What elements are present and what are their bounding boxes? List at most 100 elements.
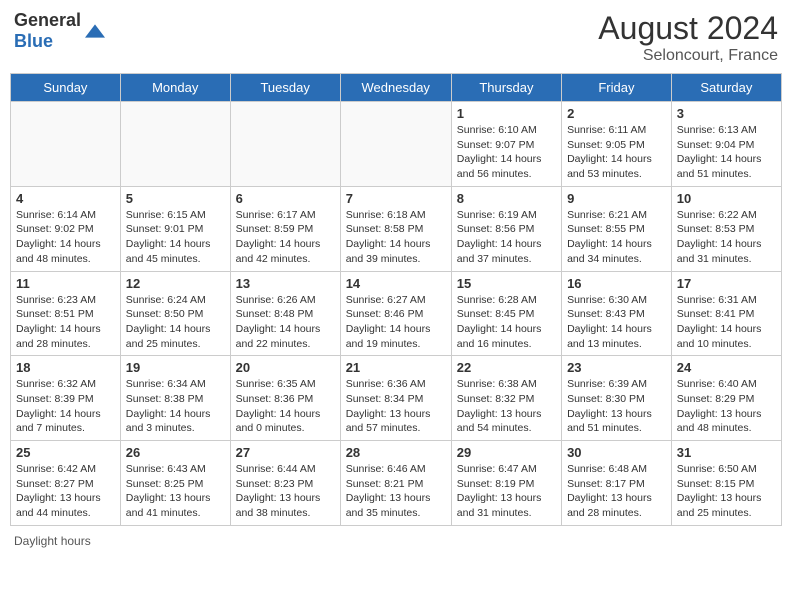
calendar-cell bbox=[120, 102, 230, 187]
calendar-cell bbox=[230, 102, 340, 187]
day-info: Sunrise: 6:36 AM Sunset: 8:34 PM Dayligh… bbox=[346, 377, 446, 436]
day-info: Sunrise: 6:39 AM Sunset: 8:30 PM Dayligh… bbox=[567, 377, 666, 436]
calendar-cell: 22Sunrise: 6:38 AM Sunset: 8:32 PM Dayli… bbox=[451, 356, 561, 441]
calendar-cell: 24Sunrise: 6:40 AM Sunset: 8:29 PM Dayli… bbox=[671, 356, 781, 441]
day-number: 26 bbox=[126, 445, 225, 460]
logo-text: General Blue bbox=[14, 10, 81, 52]
day-number: 22 bbox=[457, 360, 556, 375]
day-number: 25 bbox=[16, 445, 115, 460]
calendar-cell: 21 Sunrise: 6:36 AM Sunset: 8:34 PM Dayli… bbox=[340, 356, 451, 441]
day-info: Sunrise: 6:42 AM Sunset: 8:27 PM Dayligh… bbox=[16, 462, 115, 521]
day-info: Sunrise: 6:46 AM Sunset: 8:21 PM Dayligh… bbox=[346, 462, 446, 521]
day-info: Sunrise: 6:21 AM Sunset: 8:55 PM Dayligh… bbox=[567, 208, 666, 267]
day-info: Sunrise: 6:26 AM Sunset: 8:48 PM Dayligh… bbox=[236, 293, 335, 352]
day-number: 16 bbox=[567, 276, 666, 291]
calendar-cell: 17 Sunrise: 6:31 AM Sunset: 8:41 PM Dayli… bbox=[671, 271, 781, 356]
month-year: August 2024 bbox=[598, 10, 778, 47]
day-number: 3 bbox=[677, 106, 776, 121]
day-number: 23 bbox=[567, 360, 666, 375]
day-number: 14 bbox=[346, 276, 446, 291]
day-number: 21 bbox=[346, 360, 446, 375]
calendar-cell bbox=[11, 102, 121, 187]
calendar-header-monday: Monday bbox=[120, 74, 230, 102]
day-number: 20 bbox=[236, 360, 335, 375]
day-number: 5 bbox=[126, 191, 225, 206]
day-number: 10 bbox=[677, 191, 776, 206]
day-number: 4 bbox=[16, 191, 115, 206]
day-info: Sunrise: 6:14 AM Sunset: 9:02 PM Dayligh… bbox=[16, 208, 115, 267]
daylight-label: Daylight hours bbox=[14, 534, 91, 548]
calendar-cell: 2 Sunrise: 6:11 AM Sunset: 9:05 PM Daylig… bbox=[562, 102, 672, 187]
day-number: 8 bbox=[457, 191, 556, 206]
calendar-cell: 1 Sunrise: 6:10 AM Sunset: 9:07 PM Daylig… bbox=[451, 102, 561, 187]
day-number: 6 bbox=[236, 191, 335, 206]
day-number: 2 bbox=[567, 106, 666, 121]
calendar-cell: 14 Sunrise: 6:27 AM Sunset: 8:46 PM Dayli… bbox=[340, 271, 451, 356]
calendar-cell: 6 Sunrise: 6:17 AM Sunset: 8:59 PM Daylig… bbox=[230, 186, 340, 271]
day-number: 28 bbox=[346, 445, 446, 460]
calendar-cell: 25 Sunrise: 6:42 AM Sunset: 8:27 PM Dayli… bbox=[11, 441, 121, 526]
title-block: August 2024 Seloncourt, France bbox=[598, 10, 778, 65]
day-info: Sunrise: 6:15 AM Sunset: 9:01 PM Dayligh… bbox=[126, 208, 225, 267]
day-number: 13 bbox=[236, 276, 335, 291]
day-info: Sunrise: 6:35 AM Sunset: 8:36 PM Dayligh… bbox=[236, 377, 335, 436]
calendar-header-saturday: Saturday bbox=[671, 74, 781, 102]
day-number: 7 bbox=[346, 191, 446, 206]
calendar-header-row: SundayMondayTuesdayWednesdayThursdayFrid… bbox=[11, 74, 782, 102]
page-header: General Blue August 2024 Seloncourt, Fra… bbox=[10, 10, 782, 65]
calendar-cell: 12 Sunrise: 6:24 AM Sunset: 8:50 PM Dayli… bbox=[120, 271, 230, 356]
day-number: 9 bbox=[567, 191, 666, 206]
day-info: Sunrise: 6:10 AM Sunset: 9:07 PM Dayligh… bbox=[457, 123, 556, 182]
calendar-header-sunday: Sunday bbox=[11, 74, 121, 102]
calendar-cell: 3 Sunrise: 6:13 AM Sunset: 9:04 PM Daylig… bbox=[671, 102, 781, 187]
day-number: 1 bbox=[457, 106, 556, 121]
calendar-week-row: 18Sunrise: 6:32 AM Sunset: 8:39 PM Dayli… bbox=[11, 356, 782, 441]
calendar-cell: 16 Sunrise: 6:30 AM Sunset: 8:43 PM Dayli… bbox=[562, 271, 672, 356]
day-info: Sunrise: 6:23 AM Sunset: 8:51 PM Dayligh… bbox=[16, 293, 115, 352]
day-info: Sunrise: 6:18 AM Sunset: 8:58 PM Dayligh… bbox=[346, 208, 446, 267]
calendar-header-tuesday: Tuesday bbox=[230, 74, 340, 102]
logo: General Blue bbox=[14, 10, 105, 52]
calendar-cell: 5 Sunrise: 6:15 AM Sunset: 9:01 PM Daylig… bbox=[120, 186, 230, 271]
day-info: Sunrise: 6:32 AM Sunset: 8:39 PM Dayligh… bbox=[16, 377, 115, 436]
calendar-cell: 15Sunrise: 6:28 AM Sunset: 8:45 PM Dayli… bbox=[451, 271, 561, 356]
calendar-cell: 28 Sunrise: 6:46 AM Sunset: 8:21 PM Dayli… bbox=[340, 441, 451, 526]
day-info: Sunrise: 6:44 AM Sunset: 8:23 PM Dayligh… bbox=[236, 462, 335, 521]
calendar-cell: 19Sunrise: 6:34 AM Sunset: 8:38 PM Dayli… bbox=[120, 356, 230, 441]
calendar-week-row: 1 Sunrise: 6:10 AM Sunset: 9:07 PM Daylig… bbox=[11, 102, 782, 187]
calendar-cell: 31Sunrise: 6:50 AM Sunset: 8:15 PM Dayli… bbox=[671, 441, 781, 526]
calendar-cell: 20 Sunrise: 6:35 AM Sunset: 8:36 PM Dayli… bbox=[230, 356, 340, 441]
calendar-cell bbox=[340, 102, 451, 187]
day-info: Sunrise: 6:47 AM Sunset: 8:19 PM Dayligh… bbox=[457, 462, 556, 521]
calendar-week-row: 25 Sunrise: 6:42 AM Sunset: 8:27 PM Dayli… bbox=[11, 441, 782, 526]
day-info: Sunrise: 6:31 AM Sunset: 8:41 PM Dayligh… bbox=[677, 293, 776, 352]
calendar-cell: 11 Sunrise: 6:23 AM Sunset: 8:51 PM Dayli… bbox=[11, 271, 121, 356]
day-info: Sunrise: 6:34 AM Sunset: 8:38 PM Dayligh… bbox=[126, 377, 225, 436]
location: Seloncourt, France bbox=[598, 47, 778, 65]
day-number: 17 bbox=[677, 276, 776, 291]
calendar-cell: 29Sunrise: 6:47 AM Sunset: 8:19 PM Dayli… bbox=[451, 441, 561, 526]
day-info: Sunrise: 6:24 AM Sunset: 8:50 PM Dayligh… bbox=[126, 293, 225, 352]
day-number: 31 bbox=[677, 445, 776, 460]
calendar-cell: 18Sunrise: 6:32 AM Sunset: 8:39 PM Dayli… bbox=[11, 356, 121, 441]
day-info: Sunrise: 6:19 AM Sunset: 8:56 PM Dayligh… bbox=[457, 208, 556, 267]
day-info: Sunrise: 6:27 AM Sunset: 8:46 PM Dayligh… bbox=[346, 293, 446, 352]
calendar-header-thursday: Thursday bbox=[451, 74, 561, 102]
day-number: 15 bbox=[457, 276, 556, 291]
calendar-cell: 9 Sunrise: 6:21 AM Sunset: 8:55 PM Daylig… bbox=[562, 186, 672, 271]
day-info: Sunrise: 6:17 AM Sunset: 8:59 PM Dayligh… bbox=[236, 208, 335, 267]
calendar-week-row: 4 Sunrise: 6:14 AM Sunset: 9:02 PM Daylig… bbox=[11, 186, 782, 271]
calendar-header-wednesday: Wednesday bbox=[340, 74, 451, 102]
day-number: 11 bbox=[16, 276, 115, 291]
day-info: Sunrise: 6:11 AM Sunset: 9:05 PM Dayligh… bbox=[567, 123, 666, 182]
calendar-header-friday: Friday bbox=[562, 74, 672, 102]
day-info: Sunrise: 6:30 AM Sunset: 8:43 PM Dayligh… bbox=[567, 293, 666, 352]
logo-general: General bbox=[14, 10, 81, 30]
calendar-cell: 7 Sunrise: 6:18 AM Sunset: 8:58 PM Daylig… bbox=[340, 186, 451, 271]
calendar-cell: 26Sunrise: 6:43 AM Sunset: 8:25 PM Dayli… bbox=[120, 441, 230, 526]
day-number: 12 bbox=[126, 276, 225, 291]
day-info: Sunrise: 6:13 AM Sunset: 9:04 PM Dayligh… bbox=[677, 123, 776, 182]
day-info: Sunrise: 6:22 AM Sunset: 8:53 PM Dayligh… bbox=[677, 208, 776, 267]
day-number: 30 bbox=[567, 445, 666, 460]
calendar-cell: 10 Sunrise: 6:22 AM Sunset: 8:53 PM Dayli… bbox=[671, 186, 781, 271]
